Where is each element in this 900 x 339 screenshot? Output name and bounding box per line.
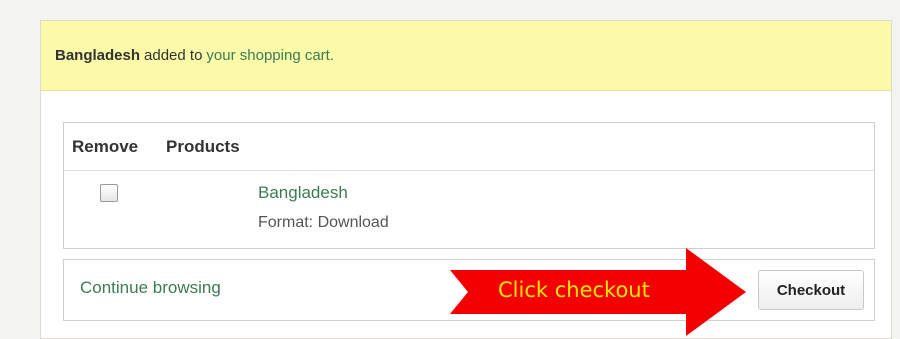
remove-checkbox[interactable] [100,184,118,202]
cart-table-header: Remove Products [64,123,874,171]
message-text: added to [144,47,203,64]
shopping-cart-link[interactable]: your shopping cart. [206,47,334,64]
status-message: Bangladesh added to your shopping cart. [41,21,891,91]
checkout-button[interactable]: Checkout [758,270,864,310]
message-product: Bangladesh [55,47,141,64]
product-format: Format: Download [258,214,389,231]
continue-browsing-link[interactable]: Continue browsing [80,278,221,298]
annotation-label: Click checkout [498,278,650,302]
product-link[interactable]: Bangladesh [258,183,348,203]
cart-table: Remove Products Bangladesh Format: Downl… [63,122,875,249]
remove-column-header: Remove [72,136,139,156]
table-row: Bangladesh Format: Download [64,171,874,249]
products-column-header: Products [166,136,240,156]
